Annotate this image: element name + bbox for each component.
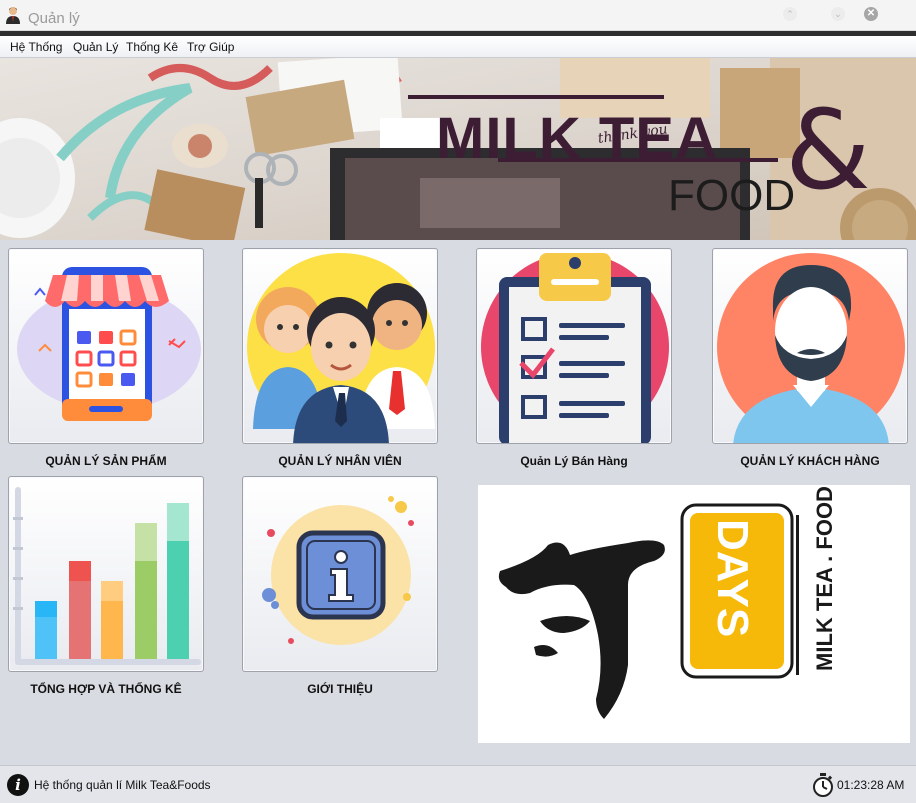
clipboard-checklist-icon <box>481 253 669 443</box>
staff-management-button[interactable] <box>242 248 438 444</box>
clock-time: 01:23:28 AM <box>837 778 905 792</box>
info-icon <box>262 496 414 645</box>
user-app-icon <box>6 7 20 24</box>
customer-management-label: QUẢN LÝ KHÁCH HÀNG <box>740 454 880 468</box>
store-phone-icon <box>17 267 201 421</box>
minimize-button[interactable]: ⌃ <box>783 7 797 21</box>
menu-quan-ly[interactable]: Quản Lý <box>73 40 118 54</box>
menu-he-thong[interactable]: Hệ Thống <box>10 40 62 54</box>
brand-ampersand: & <box>785 86 871 214</box>
logo-tagline: MILK TEA . FOOD <box>812 486 837 671</box>
staff-management-label: QUẢN LÝ NHÂN VIÊN <box>278 454 402 468</box>
product-management-button[interactable] <box>8 248 204 444</box>
bar-chart-icon <box>13 487 201 665</box>
info-circle-icon: i <box>7 774 29 796</box>
window-titlebar: Quản lý ⌃ ⌄ ✕ <box>0 0 916 31</box>
banner-image: MILK TEA thank you FOOD & <box>0 58 916 240</box>
customer-management-button[interactable] <box>712 248 908 444</box>
logo-days-word: DAYS <box>708 519 757 637</box>
menu-bar: Hệ Thống Quản Lý Thống Kê Trợ Giúp <box>0 36 916 58</box>
close-button[interactable]: ✕ <box>864 7 878 21</box>
statistics-button[interactable] <box>8 476 204 672</box>
status-message: Hệ thống quản lí Milk Tea&Foods <box>34 778 211 792</box>
header-banner: MILK TEA thank you FOOD & <box>0 58 916 240</box>
sales-management-button[interactable] <box>476 248 672 444</box>
about-label: GIỚI THIỆU <box>307 682 373 696</box>
customer-avatar-icon <box>717 253 905 443</box>
seven-days-logo: DAYS MILK TEA . FOOD <box>498 486 837 719</box>
sales-management-label: Quản Lý Bán Hàng <box>520 454 628 468</box>
menu-thong-ke[interactable]: Thống Kê <box>126 40 178 54</box>
statistics-label: TỔNG HỢP VÀ THỐNG KÊ <box>30 682 182 696</box>
maximize-button[interactable]: ⌄ <box>831 7 845 21</box>
menu-tro-giup[interactable]: Trợ Giúp <box>187 40 234 54</box>
product-management-label: QUẢN LÝ SẢN PHẨM <box>45 454 167 468</box>
stopwatch-icon <box>813 773 833 797</box>
brand-food: FOOD <box>668 171 795 220</box>
about-button[interactable] <box>242 476 438 672</box>
status-bar: i Hệ thống quản lí Milk Tea&Foods 01:23:… <box>0 765 916 803</box>
window-title: Quản lý <box>28 10 80 27</box>
staff-group-icon <box>247 253 435 443</box>
brand-logo-panel: DAYS MILK TEA . FOOD <box>478 485 910 743</box>
